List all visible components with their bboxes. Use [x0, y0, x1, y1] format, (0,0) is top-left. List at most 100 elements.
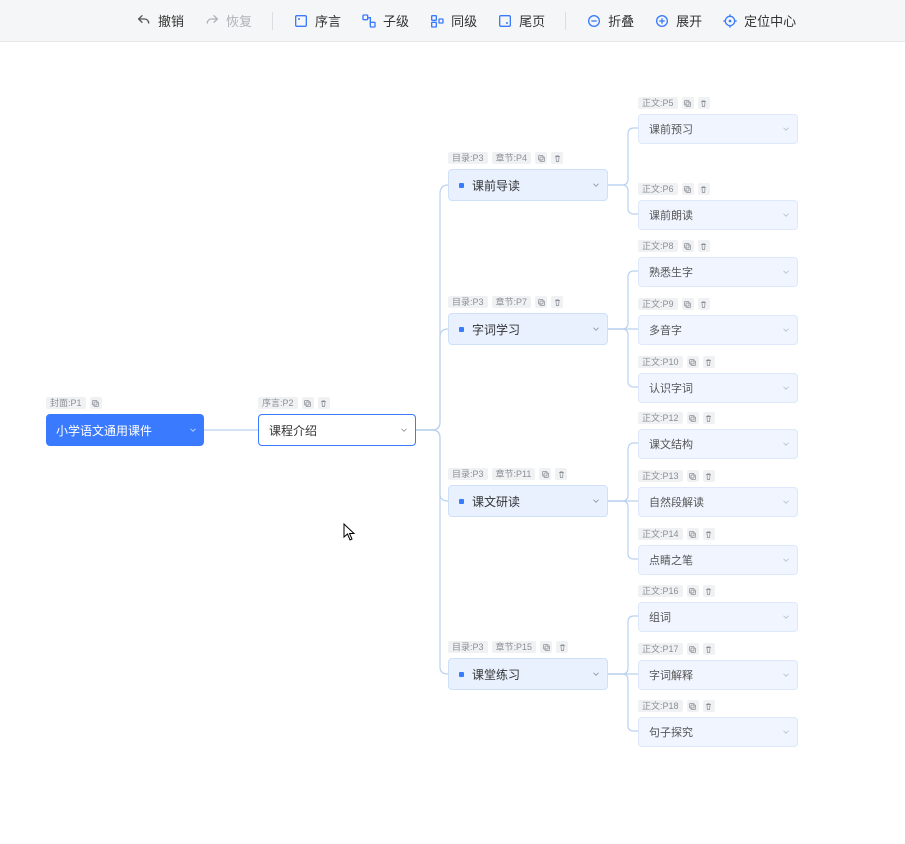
l4-card[interactable]: 认识字词	[638, 373, 798, 403]
node-root[interactable]: 封面:P1 小学语文通用课件	[46, 396, 204, 446]
l4-card[interactable]: 点睛之笔	[638, 545, 798, 575]
node-l4-0[interactable]: 正文:P5 课前预习	[638, 96, 798, 144]
copy-icon[interactable]	[687, 356, 699, 368]
delete-icon[interactable]	[698, 240, 710, 252]
tag: 正文:P5	[638, 97, 678, 110]
copy-icon[interactable]	[535, 152, 547, 164]
node-l4-9[interactable]: 正文:P17 字词解释	[638, 642, 798, 690]
delete-icon[interactable]	[551, 296, 563, 308]
delete-icon[interactable]	[703, 700, 715, 712]
delete-icon[interactable]	[703, 356, 715, 368]
delete-icon[interactable]	[703, 412, 715, 424]
l4-card[interactable]: 组词	[638, 602, 798, 632]
l3-label: 课文研读	[472, 493, 520, 510]
copy-icon[interactable]	[682, 298, 694, 310]
node-l4-3[interactable]: 正文:P9 多音字	[638, 297, 798, 345]
node-l3-3[interactable]: 目录:P3 章节:P15 课堂练习	[448, 640, 608, 690]
tag: 正文:P6	[638, 183, 678, 196]
copy-icon[interactable]	[687, 412, 699, 424]
sibling-level-button[interactable]: 同级	[421, 7, 485, 35]
l4-card[interactable]: 课前朗读	[638, 200, 798, 230]
node-l4-2[interactable]: 正文:P8 熟悉生字	[638, 239, 798, 287]
node-l4-8[interactable]: 正文:P16 组词	[638, 584, 798, 632]
delete-icon[interactable]	[703, 470, 715, 482]
tag: 目录:P3	[448, 641, 488, 654]
node-l4-10[interactable]: 正文:P18 句子探究	[638, 699, 798, 747]
delete-icon[interactable]	[703, 585, 715, 597]
copy-icon[interactable]	[687, 470, 699, 482]
delete-icon[interactable]	[698, 97, 710, 109]
l4-card[interactable]: 熟悉生字	[638, 257, 798, 287]
copy-icon[interactable]	[687, 700, 699, 712]
collapse-button[interactable]: 折叠	[578, 7, 642, 35]
l3-card[interactable]: 课前导读	[448, 169, 608, 201]
copy-icon[interactable]	[682, 240, 694, 252]
chevron-down-icon	[591, 496, 601, 506]
copy-icon[interactable]	[682, 183, 694, 195]
child-level-button[interactable]: 子级	[353, 7, 417, 35]
chevron-down-icon	[781, 439, 791, 449]
locate-center-button[interactable]: 定位中心	[714, 7, 804, 35]
end-page-button[interactable]: 尾页	[489, 7, 553, 35]
l4-label: 点睛之笔	[649, 552, 693, 568]
l4-label: 自然段解读	[649, 494, 704, 510]
delete-icon[interactable]	[698, 298, 710, 310]
l4-card[interactable]: 字词解释	[638, 660, 798, 690]
tag: 正文:P16	[638, 585, 683, 598]
chevron-down-icon	[399, 425, 409, 435]
l3-label: 课堂练习	[472, 666, 520, 683]
copy-icon[interactable]	[539, 468, 551, 480]
l3-card[interactable]: 课文研读	[448, 485, 608, 517]
l4-card[interactable]: 课前预习	[638, 114, 798, 144]
node-l4-4[interactable]: 正文:P10 认识字词	[638, 355, 798, 403]
copy-icon[interactable]	[687, 643, 699, 655]
l2-card[interactable]: 课程介绍	[258, 414, 416, 446]
node-l3-2[interactable]: 目录:P3 章节:P11 课文研读	[448, 467, 608, 517]
tag: 章节:P7	[492, 296, 532, 309]
chevron-down-icon	[591, 669, 601, 679]
delete-icon[interactable]	[318, 397, 330, 409]
l4-label: 课前朗读	[649, 207, 693, 223]
node-l4-7[interactable]: 正文:P14 点睛之笔	[638, 527, 798, 575]
delete-icon[interactable]	[703, 643, 715, 655]
delete-icon[interactable]	[698, 183, 710, 195]
undo-button[interactable]: 撤销	[128, 7, 192, 35]
delete-icon[interactable]	[555, 468, 567, 480]
chevron-down-icon	[781, 325, 791, 335]
node-l4-1[interactable]: 正文:P6 课前朗读	[638, 182, 798, 230]
separator	[272, 12, 273, 30]
l3-card[interactable]: 课堂练习	[448, 658, 608, 690]
delete-icon[interactable]	[703, 528, 715, 540]
l4-card[interactable]: 自然段解读	[638, 487, 798, 517]
node-l4-5[interactable]: 正文:P12 课文结构	[638, 411, 798, 459]
chevron-down-icon	[781, 727, 791, 737]
l4-card[interactable]: 句子探究	[638, 717, 798, 747]
delete-icon[interactable]	[556, 641, 568, 653]
copy-icon[interactable]	[682, 97, 694, 109]
chevron-down-icon	[781, 555, 791, 565]
l4-card[interactable]: 多音字	[638, 315, 798, 345]
l4-label: 课前预习	[649, 121, 693, 137]
l4-label: 字词解释	[649, 667, 693, 683]
l2-label: 课程介绍	[269, 422, 317, 439]
copy-icon[interactable]	[302, 397, 314, 409]
expand-button[interactable]: 展开	[646, 7, 710, 35]
copy-icon[interactable]	[687, 585, 699, 597]
preface-button[interactable]: 序言	[285, 7, 349, 35]
node-l2[interactable]: 序言:P2 课程介绍	[258, 396, 416, 446]
copy-icon[interactable]	[540, 641, 552, 653]
delete-icon[interactable]	[551, 152, 563, 164]
copy-icon[interactable]	[687, 528, 699, 540]
l3-card[interactable]: 字词学习	[448, 313, 608, 345]
copy-icon[interactable]	[535, 296, 547, 308]
l4-card[interactable]: 课文结构	[638, 429, 798, 459]
chevron-down-icon	[781, 210, 791, 220]
node-l3-0[interactable]: 目录:P3 章节:P4 课前导读	[448, 151, 608, 201]
node-l4-6[interactable]: 正文:P13 自然段解读	[638, 469, 798, 517]
root-card[interactable]: 小学语文通用课件	[46, 414, 204, 446]
mindmap-canvas[interactable]: 封面:P1 小学语文通用课件 序言:P2 课程介绍 目录:P3 章节:P4 课前…	[0, 42, 905, 844]
l2-tag: 序言:P2	[258, 397, 298, 410]
copy-icon[interactable]	[90, 397, 102, 409]
node-l3-1[interactable]: 目录:P3 章节:P7 字词学习	[448, 295, 608, 345]
l4-label: 课文结构	[649, 436, 693, 452]
